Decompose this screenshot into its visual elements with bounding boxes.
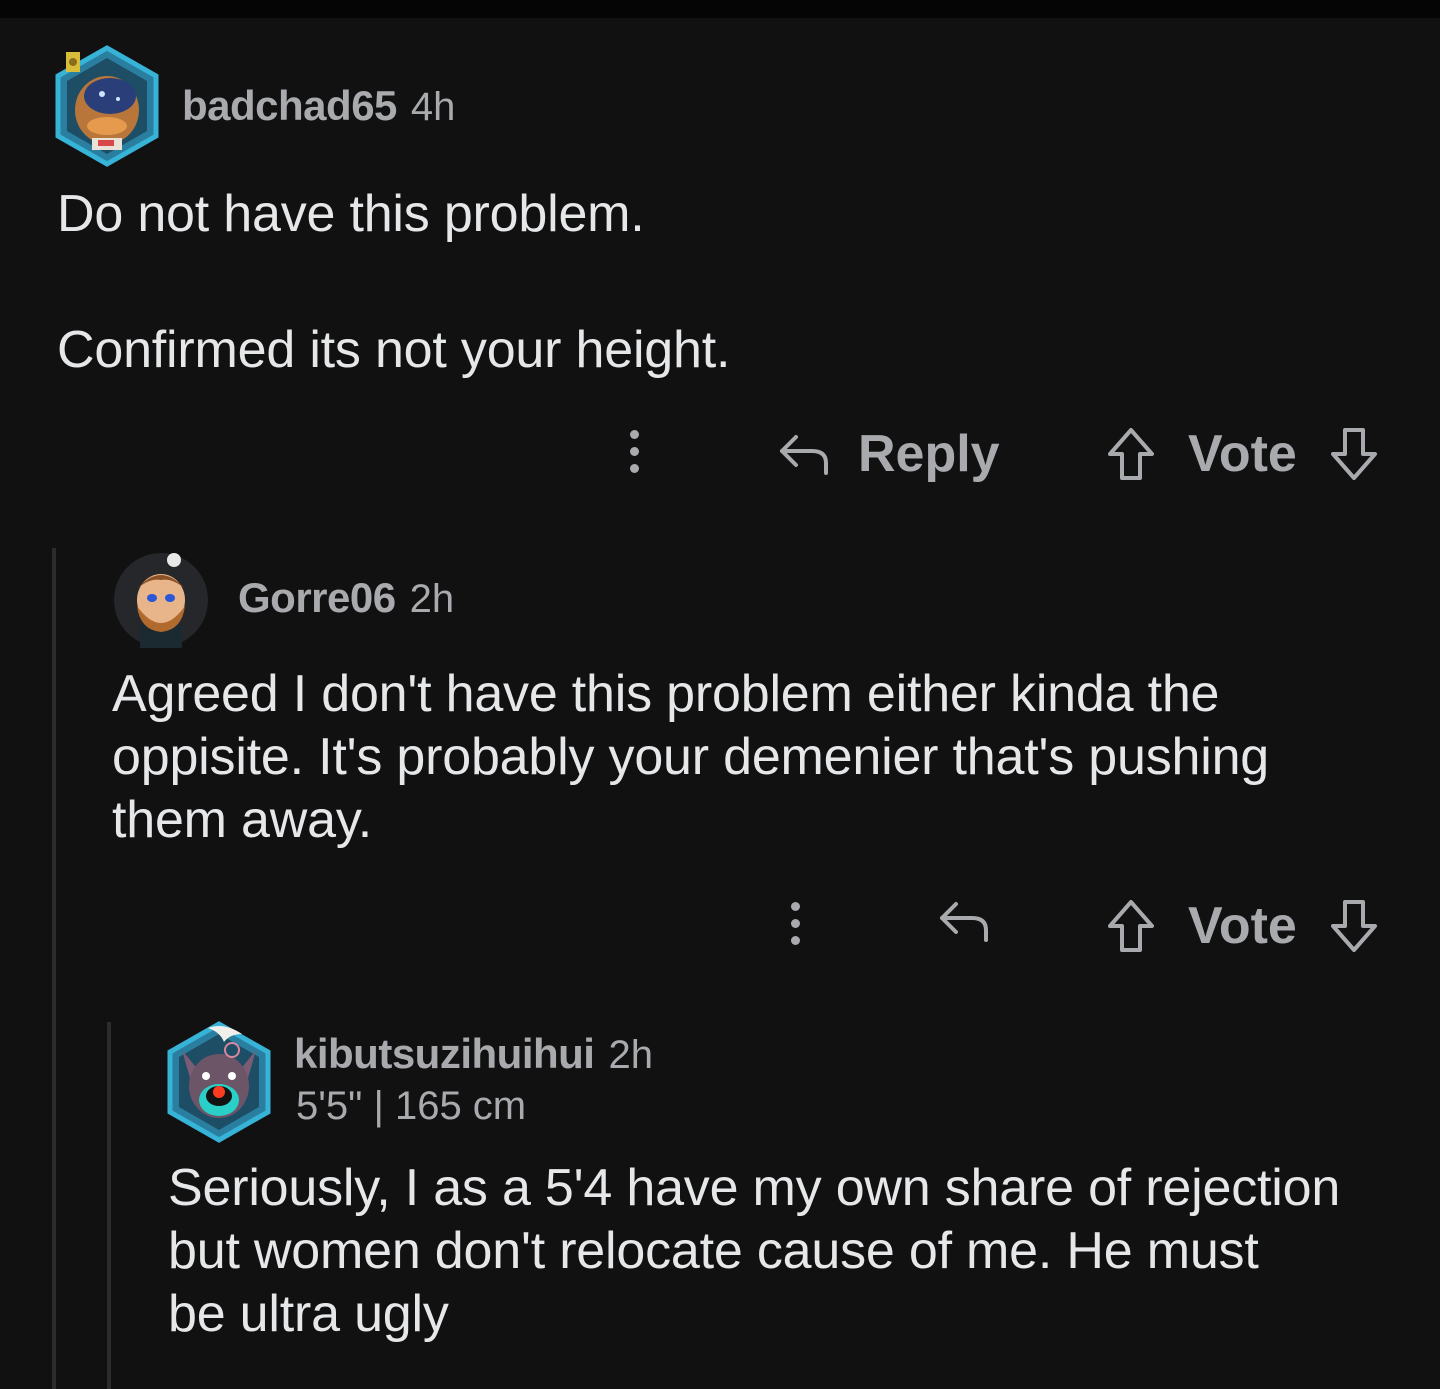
more-options-button[interactable]	[791, 902, 801, 953]
reply-arrow-icon	[780, 435, 828, 475]
avatar[interactable]	[52, 44, 162, 168]
avatar[interactable]	[112, 548, 210, 648]
downvote-arrow-icon[interactable]	[1327, 426, 1381, 482]
status-bar-strip	[0, 0, 1440, 18]
timestamp: 4h	[410, 85, 456, 129]
comment-header: Gorre06 2h	[238, 574, 454, 622]
vote-label: Vote	[1188, 425, 1297, 483]
comment-header: kibutsuzihuihui 2h	[294, 1030, 653, 1078]
downvote-arrow-icon[interactable]	[1327, 898, 1381, 954]
vote-label: Vote	[1188, 897, 1297, 955]
more-vertical-icon	[791, 902, 800, 911]
avatar[interactable]	[164, 1020, 274, 1144]
upvote-arrow-icon[interactable]	[1104, 426, 1158, 482]
vote-control: Vote	[1104, 424, 1381, 484]
timestamp: 2h	[409, 577, 455, 621]
thread-line[interactable]	[52, 548, 56, 1389]
thread-line[interactable]	[107, 1022, 111, 1389]
username[interactable]: Gorre06	[238, 574, 396, 622]
reply-arrow-icon	[940, 902, 988, 942]
comment-header: badchad65 4h	[182, 82, 455, 130]
reply-button[interactable]: Reply	[776, 424, 1000, 484]
username[interactable]: kibutsuzihuihui	[294, 1030, 595, 1078]
more-vertical-icon	[630, 430, 639, 439]
user-flair: 5'5" | 165 cm	[296, 1084, 527, 1128]
comment-body: Seriously, I as a 5'4 have my own share …	[168, 1159, 1341, 1343]
timestamp: 2h	[608, 1033, 653, 1077]
reply-label: Reply	[858, 425, 1000, 483]
upvote-arrow-icon[interactable]	[1104, 898, 1158, 954]
username[interactable]: badchad65	[182, 82, 397, 130]
vote-control: Vote	[1104, 896, 1381, 956]
reply-button[interactable]	[936, 896, 992, 946]
comment-body: Do not have this problem. Confirmed its …	[57, 185, 731, 379]
more-options-button[interactable]	[630, 430, 640, 481]
comment-body: Agreed I don't have this problem either …	[112, 665, 1270, 849]
